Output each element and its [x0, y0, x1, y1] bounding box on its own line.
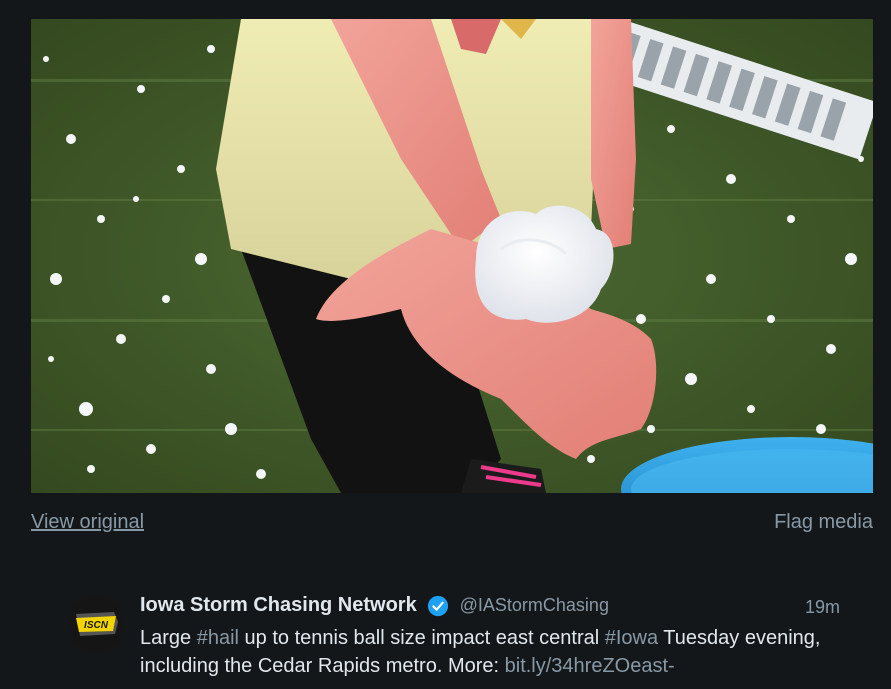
hashtag-iowa[interactable]: #Iowa [605, 627, 658, 649]
verified-badge-icon [428, 595, 449, 616]
avatar[interactable]: ISCN [68, 596, 124, 652]
tweet-photo[interactable] [31, 19, 873, 493]
tweet-text-segment: Large [140, 627, 197, 649]
user-handle[interactable]: @IAStormChasing [460, 595, 609, 615]
media-actions-bar: View original Flag media [31, 507, 873, 539]
display-name[interactable]: Iowa Storm Chasing Network [140, 594, 417, 616]
view-original-link[interactable]: View original [31, 511, 144, 534]
tweet-body: Iowa Storm Chasing Network @IAStormChasi… [140, 594, 840, 680]
tweet-link[interactable]: bit.ly/34hreZOeast- [505, 655, 675, 677]
flag-media-link[interactable]: Flag media [774, 511, 873, 534]
avatar-text: ISCN [84, 620, 109, 631]
tweet-card[interactable]: ISCN Iowa Storm Chasing Network @IAStorm… [68, 594, 868, 689]
tweet-text: Large #hail up to tennis ball size impac… [140, 624, 840, 680]
tweet-text-segment: up to tennis ball size impact east centr… [238, 627, 605, 649]
hail-photo-illustration [31, 19, 873, 493]
tweet-timestamp[interactable]: 19m [805, 597, 840, 618]
tweet-header: Iowa Storm Chasing Network @IAStormChasi… [140, 594, 840, 624]
hashtag-hail[interactable]: #hail [197, 627, 239, 649]
media-viewer: View original Flag media ISCN Iowa Storm… [0, 0, 891, 689]
iscn-logo-icon: ISCN [68, 596, 124, 652]
